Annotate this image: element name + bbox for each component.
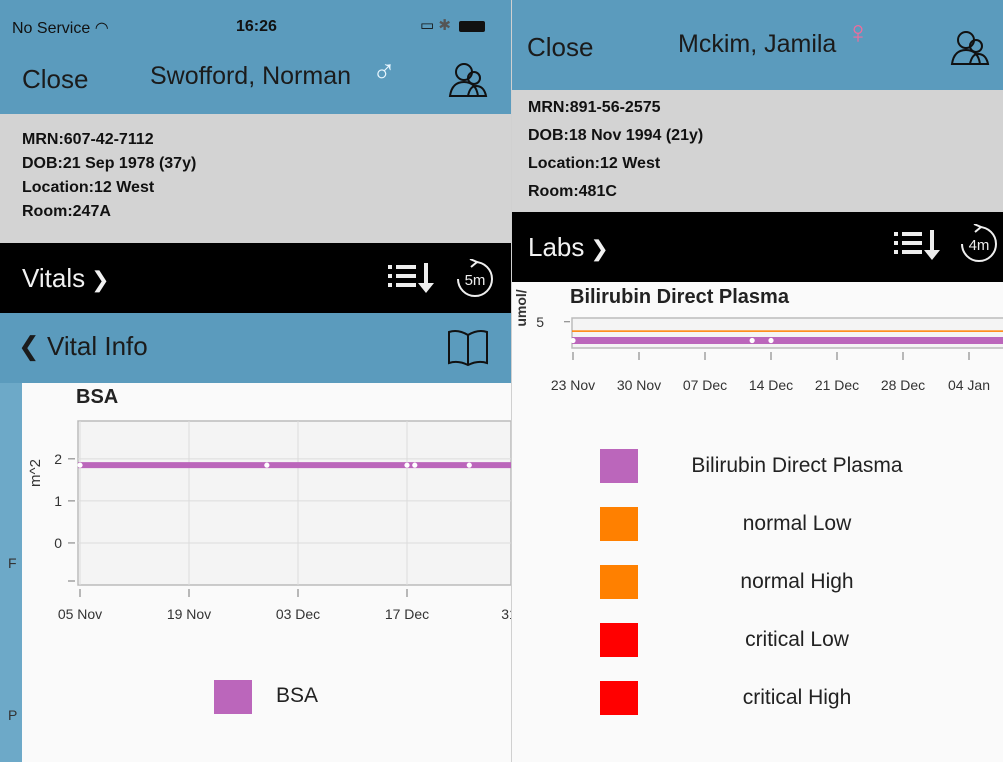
data-point xyxy=(749,337,755,344)
location-label: Location:12 West xyxy=(528,155,661,172)
female-icon: ♀ xyxy=(846,14,870,50)
edge-glyph: P xyxy=(8,707,18,723)
dob-label: DOB:18 Nov 1994 (21y) xyxy=(528,127,704,144)
status-bar: No Service ◠ 16:26 ▭ ✱ xyxy=(0,0,511,50)
legend-swatch xyxy=(600,507,638,541)
x-tick-label: 05 Nov xyxy=(58,606,102,622)
chevron-right-icon: ❯ xyxy=(590,236,609,261)
x-tick-label: 07 Dec xyxy=(683,377,727,393)
x-tick-label: 21 Dec xyxy=(815,377,859,393)
y-tick-label: 0 xyxy=(54,535,62,551)
legend-swatch xyxy=(214,680,252,714)
back-button[interactable]: ❮ Vital Info xyxy=(18,331,148,362)
x-tick-label: 23 Nov xyxy=(551,377,595,393)
patients-icon[interactable] xyxy=(948,26,992,70)
right-patient-panel: Close Mckim, Jamila ♀ MRN:891-56-2575 DO… xyxy=(511,0,1003,762)
battery-icon xyxy=(459,20,486,32)
x-tick-label: 19 Nov xyxy=(167,606,211,622)
data-point xyxy=(412,462,418,468)
data-point xyxy=(404,462,410,468)
labs-section-bar[interactable]: Labs ❯ 4m xyxy=(512,212,1003,282)
patient-name: Mckim, Jamila xyxy=(678,30,837,58)
x-tick-label: 03 Dec xyxy=(276,606,320,622)
data-point xyxy=(77,462,83,468)
chart-title: BSA xyxy=(76,386,119,408)
x-tick-label: 31 D xyxy=(501,606,511,622)
legend-swatch xyxy=(600,449,638,483)
data-point xyxy=(768,337,774,344)
edge-glyph: F xyxy=(8,555,17,571)
room-label: Room:247A xyxy=(22,203,111,220)
close-button[interactable]: Close xyxy=(22,64,88,95)
dob-label: DOB:21 Sep 1978 (37y) xyxy=(22,155,197,172)
patients-icon[interactable] xyxy=(446,58,490,102)
clock: 16:26 xyxy=(236,18,277,35)
plot-frame xyxy=(77,420,511,586)
x-tick-label: 28 Dec xyxy=(881,377,925,393)
section-title[interactable]: Vitals ❯ xyxy=(22,263,110,294)
data-point xyxy=(570,337,576,344)
carrier-label: No Service ◠ xyxy=(12,20,109,37)
data-point xyxy=(264,462,270,468)
wifi-icon: ◠ xyxy=(94,20,109,37)
status-icons: ▭ ✱ xyxy=(420,16,486,34)
y-axis-label: umol/ xyxy=(513,289,529,326)
location-label: Location:12 West xyxy=(22,179,155,196)
refresh-icon[interactable]: 5m xyxy=(450,259,500,299)
sort-list-icon[interactable] xyxy=(384,259,440,295)
legend-label: Bilirubin Direct Plasma xyxy=(691,454,903,477)
chevron-left-icon: ❮ xyxy=(18,331,40,361)
left-patient-panel: No Service ◠ 16:26 ▭ ✱ Close Swofford, N… xyxy=(0,0,511,762)
patient-nav-bar: Close Swofford, Norman ♂ xyxy=(0,50,511,114)
y-axis-label: m^2 xyxy=(27,459,44,487)
section-title[interactable]: Labs ❯ xyxy=(528,232,609,263)
vitals-section-bar[interactable]: Vitals ❯ 5m xyxy=(0,243,511,313)
legend-label: normal High xyxy=(740,570,854,593)
legend-swatch xyxy=(600,681,638,715)
y-tick-label: 5 xyxy=(536,314,544,330)
legend-label: critical Low xyxy=(745,628,849,651)
legend-swatch xyxy=(600,565,638,599)
patient-nav-bar: Close Mckim, Jamila ♀ xyxy=(512,0,1003,90)
room-label: Room:481C xyxy=(528,183,617,200)
airplay-icon: ▭ xyxy=(420,17,435,34)
bluetooth-icon: ✱ xyxy=(438,17,451,34)
legend-label: critical High xyxy=(742,686,852,709)
refresh-icon[interactable]: 4m xyxy=(954,224,1003,264)
y-tick-label: 1 xyxy=(54,493,62,509)
legend-swatch xyxy=(600,623,638,657)
vital-info-bar: ❮ Vital Info xyxy=(0,313,511,383)
patient-name: Swofford, Norman xyxy=(150,62,352,90)
close-button[interactable]: Close xyxy=(527,32,593,63)
legend-label: normal Low xyxy=(742,512,852,535)
x-tick-label: 30 Nov xyxy=(617,377,661,393)
refresh-interval: 4m xyxy=(969,237,990,254)
patient-info: MRN:891-56-2575 DOB:18 Nov 1994 (21y) Lo… xyxy=(512,90,1003,212)
book-icon[interactable] xyxy=(446,327,490,369)
mrn-label: MRN:891-56-2575 xyxy=(528,99,661,116)
male-icon: ♂ xyxy=(372,52,396,88)
x-tick-label: 17 Dec xyxy=(385,606,429,622)
y-tick-label: 2 xyxy=(54,451,62,467)
bsa-chart: 05 Nov 19 Nov 03 Dec 17 Dec 31 D 2 1 0 m^2 xyxy=(27,420,511,622)
patient-info: MRN:607-42-7112 DOB:21 Sep 1978 (37y) Lo… xyxy=(0,114,511,243)
sort-list-icon[interactable] xyxy=(890,226,946,262)
x-tick-label: 14 Dec xyxy=(749,377,793,393)
background-panel-edge: F P xyxy=(0,383,22,762)
chevron-right-icon: ❯ xyxy=(91,267,110,292)
legend-label: BSA xyxy=(276,684,319,707)
mrn-label: MRN:607-42-7112 xyxy=(22,131,154,148)
x-tick-label: 04 Jan xyxy=(948,377,990,393)
refresh-interval: 5m xyxy=(465,272,486,289)
data-point xyxy=(466,462,472,468)
bilirubin-chart: 23 Nov 30 Nov 07 Dec 14 Dec 21 Dec 28 Dec 04 J… xyxy=(513,289,1003,393)
